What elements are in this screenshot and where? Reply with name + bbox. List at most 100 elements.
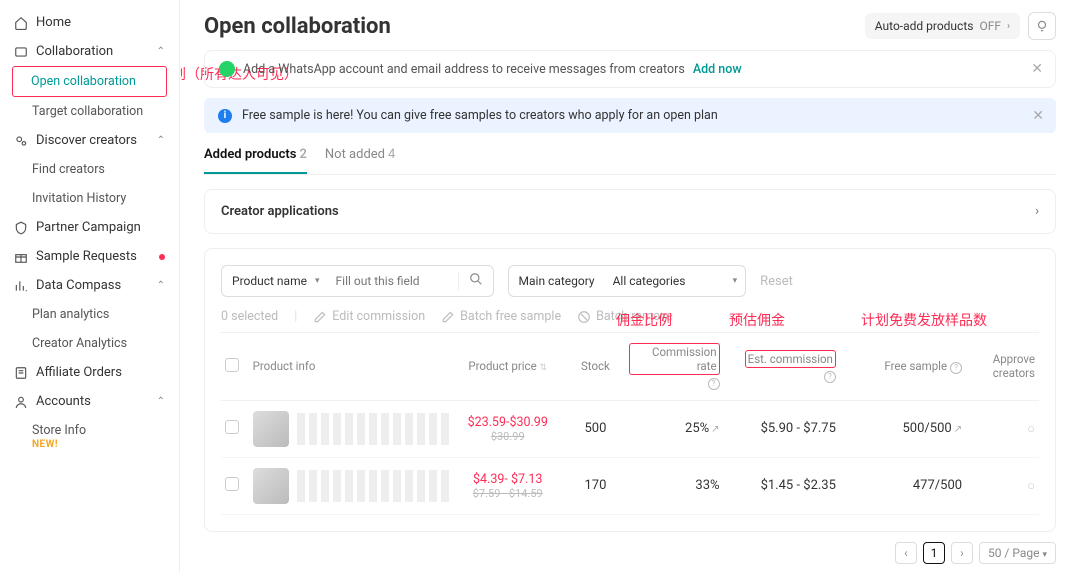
- sidebar-label: Discover creators: [36, 133, 137, 148]
- product-name-input[interactable]: [328, 274, 458, 288]
- page-title: Open collaboration: [204, 14, 391, 39]
- sidebar-item-plan-analytics[interactable]: Plan analytics: [0, 300, 179, 329]
- sidebar-item-creator-analytics[interactable]: Creator Analytics: [0, 329, 179, 358]
- sidebar-label: Accounts: [36, 394, 91, 409]
- sidebar-item-find-creators[interactable]: Find creators: [0, 155, 179, 184]
- external-icon[interactable]: ↗: [711, 424, 719, 435]
- approve-cell[interactable]: ○: [966, 478, 1035, 494]
- col-sample[interactable]: Free sample?: [844, 359, 962, 374]
- banner-cta[interactable]: Add now: [693, 62, 742, 77]
- sidebar-item-accounts[interactable]: Accounts ⌃: [0, 387, 179, 416]
- bulb-icon: [1035, 19, 1049, 33]
- col-price[interactable]: Product price ⇅: [454, 359, 562, 373]
- annotation-box-open-collab: Open collaboration: [12, 66, 167, 97]
- chevron-right-icon: ›: [1035, 204, 1039, 219]
- category-filter[interactable]: Main category All categories ▾: [508, 265, 747, 297]
- next-page-button[interactable]: ›: [951, 542, 973, 564]
- col-stock[interactable]: Stock: [566, 359, 625, 373]
- tab-count: 4: [388, 147, 395, 162]
- sidebar-label: Data Compass: [36, 278, 121, 293]
- chevron-down-icon: ▾: [315, 276, 328, 286]
- sidebar-item-home[interactable]: Home: [0, 8, 179, 37]
- product-name-filter[interactable]: Product name ▾: [221, 265, 494, 297]
- sample-cell: 500/500↗: [844, 421, 962, 436]
- auto-add-state: OFF: [979, 19, 1001, 33]
- sidebar-item-data[interactable]: Data Compass⌃: [0, 271, 179, 300]
- sidebar-item-discover[interactable]: Discover creators ⌃: [0, 126, 179, 155]
- product-thumbnail: [253, 468, 289, 504]
- creator-applications-accordion[interactable]: Creator applications ›: [204, 189, 1056, 234]
- whatsapp-banner: Add a WhatsApp account and email address…: [204, 50, 1056, 88]
- chart-icon: [14, 279, 28, 293]
- col-product-info[interactable]: Product info: [253, 359, 450, 373]
- price-cell: $23.59-$30.99$30.99: [454, 415, 562, 443]
- col-rate[interactable]: Commission rate?: [629, 343, 728, 390]
- auto-add-toggle[interactable]: Auto-add productsOFF›: [865, 13, 1020, 39]
- products-table: Product info Product price ⇅ Stock Commi…: [221, 332, 1039, 515]
- chevron-up-icon: ⌃: [157, 135, 165, 146]
- remove-icon: [577, 310, 591, 324]
- sidebar-item-store-info[interactable]: Store InfoNEW!: [0, 416, 179, 457]
- sidebar-item-sample[interactable]: Sample Requests: [0, 242, 179, 271]
- help-icon[interactable]: ?: [950, 362, 962, 374]
- page-number[interactable]: 1: [923, 542, 945, 564]
- sidebar-label: Affiliate Orders: [36, 365, 122, 380]
- help-button[interactable]: [1028, 12, 1056, 40]
- reset-button[interactable]: Reset: [760, 274, 793, 289]
- close-icon[interactable]: ✕: [1031, 61, 1043, 77]
- sidebar-item-open-collaboration[interactable]: Open collaboration: [13, 67, 166, 96]
- approve-cell[interactable]: ○: [966, 421, 1035, 437]
- user-icon: [14, 395, 28, 409]
- prev-page-button[interactable]: ‹: [895, 542, 917, 564]
- tab-not-added[interactable]: Not added4: [325, 147, 395, 174]
- row-checkbox[interactable]: [225, 420, 239, 434]
- help-icon[interactable]: ?: [708, 378, 720, 390]
- main-content: 开放计划（所有达人可见） Open collaboration Auto-add…: [180, 0, 1080, 572]
- tab-label: Not added: [325, 147, 385, 162]
- sidebar-item-collaboration[interactable]: Collaboration⌃: [0, 37, 179, 66]
- sidebar-label: Sample Requests: [36, 249, 137, 264]
- batch-remove-button[interactable]: Batch remove: [577, 309, 673, 324]
- info-icon: i: [218, 109, 232, 123]
- collab-icon: [14, 45, 28, 59]
- product-cell[interactable]: [253, 468, 450, 504]
- filters: Product name ▾ Main category All categor…: [221, 265, 1039, 297]
- select-all-checkbox[interactable]: [225, 358, 239, 372]
- help-icon[interactable]: ?: [824, 371, 836, 383]
- row-checkbox[interactable]: [225, 477, 239, 491]
- tab-count: 2: [299, 147, 306, 162]
- edit-icon: [441, 310, 455, 324]
- discover-icon: [14, 134, 28, 148]
- chevron-right-icon: ›: [1007, 21, 1010, 32]
- tab-label: Added products: [204, 147, 296, 162]
- sidebar-label: Home: [36, 15, 71, 30]
- product-name-redacted: [297, 413, 450, 445]
- sidebar-item-affiliate[interactable]: Affiliate Orders: [0, 358, 179, 387]
- sidebar-label: Target collaboration: [32, 104, 143, 119]
- sidebar-item-invitation-history[interactable]: Invitation History: [0, 184, 179, 213]
- sidebar-item-target-collaboration[interactable]: Target collaboration: [0, 97, 179, 126]
- edit-icon: [313, 310, 327, 324]
- external-icon[interactable]: ↗: [954, 424, 962, 435]
- info-alert: i Free sample is here! You can give free…: [204, 98, 1056, 133]
- pagination: ‹ 1 › 50 / Page ▾: [204, 542, 1056, 564]
- close-icon[interactable]: ✕: [1032, 108, 1044, 124]
- batch-sample-button[interactable]: Batch free sample: [441, 309, 561, 324]
- sidebar: Home Collaboration⌃ Open collaboration T…: [0, 0, 180, 572]
- edit-commission-button[interactable]: Edit commission: [313, 309, 425, 324]
- tab-added[interactable]: Added products2: [204, 147, 307, 174]
- table-row: $4.39- $7.13$7.59 - $14.59 170 33% $1.45…: [221, 458, 1039, 515]
- product-cell[interactable]: [253, 411, 450, 447]
- page-size-select[interactable]: 50 / Page ▾: [979, 542, 1056, 564]
- search-icon[interactable]: [458, 272, 493, 290]
- filter-label: Main category: [509, 274, 603, 288]
- title-row: Open collaboration Auto-add productsOFF›: [204, 12, 1056, 40]
- col-approve[interactable]: Approve creators: [966, 352, 1035, 380]
- notification-dot: [159, 254, 165, 260]
- sidebar-item-partner[interactable]: Partner Campaign: [0, 213, 179, 242]
- chevron-up-icon: ⌃: [157, 396, 165, 407]
- alert-text: Free sample is here! You can give free s…: [242, 108, 718, 123]
- col-est[interactable]: Est. commission?: [732, 350, 840, 383]
- sidebar-label: Collaboration: [36, 44, 113, 59]
- gift-icon: [14, 250, 28, 264]
